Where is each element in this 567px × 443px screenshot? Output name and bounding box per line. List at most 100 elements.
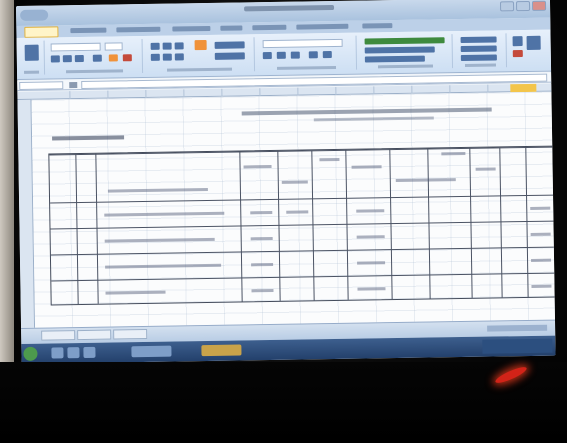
group-label: [66, 69, 124, 74]
group-label: [377, 64, 434, 69]
table-cell: [531, 258, 552, 262]
align-left-icon[interactable]: [150, 53, 160, 61]
find-select-icon[interactable]: [512, 50, 523, 58]
font-color-icon[interactable]: [122, 54, 132, 62]
orientation-icon[interactable]: [194, 40, 207, 51]
report-header-label: [52, 135, 125, 141]
tab-home[interactable]: [24, 26, 59, 38]
align-center-icon[interactable]: [162, 53, 172, 61]
percent-icon[interactable]: [276, 51, 286, 59]
group-label: [465, 63, 496, 67]
table-row: [105, 290, 166, 295]
fill-color-icon[interactable]: [108, 54, 118, 62]
align-top-icon[interactable]: [150, 42, 160, 50]
taskbar-item[interactable]: [131, 345, 172, 358]
align-right-icon[interactable]: [174, 53, 184, 61]
start-button[interactable]: [23, 346, 38, 361]
quick-access-toolbar[interactable]: [20, 9, 49, 21]
function-icon[interactable]: [69, 82, 78, 89]
taskbar-item-active[interactable]: [201, 344, 242, 357]
editing-group: [508, 33, 549, 68]
wrap-text-icon[interactable]: [214, 41, 245, 49]
styles-group: [358, 34, 454, 70]
tab-page-layout[interactable]: [116, 26, 161, 33]
table-cell: [357, 261, 386, 265]
tab-review[interactable]: [252, 24, 287, 31]
format-cells-icon[interactable]: [460, 54, 497, 62]
insert-cells-icon[interactable]: [460, 36, 497, 44]
conditional-formatting-icon[interactable]: [364, 37, 445, 45]
sort-filter-icon[interactable]: [526, 35, 541, 50]
close-button[interactable]: [531, 0, 547, 11]
minimize-button[interactable]: [499, 1, 515, 12]
name-box[interactable]: [19, 81, 64, 90]
currency-icon[interactable]: [262, 51, 272, 60]
table-cell: [286, 210, 309, 214]
column-header-cell: [281, 180, 308, 184]
group-label: [166, 67, 233, 72]
system-tray: [482, 338, 553, 354]
table-cell: [356, 209, 385, 213]
borders-icon[interactable]: [92, 54, 102, 62]
ribbon: [16, 29, 552, 80]
delete-cells-icon[interactable]: [460, 45, 497, 53]
data-table: [48, 145, 556, 306]
comma-icon[interactable]: [290, 51, 300, 59]
number-group: [256, 35, 358, 72]
tab-formulas[interactable]: [172, 25, 211, 32]
maximize-button[interactable]: [515, 0, 531, 12]
paste-icon[interactable]: [24, 44, 39, 61]
zoom-level[interactable]: [487, 324, 548, 332]
cells-group: [454, 33, 508, 69]
worksheet-grid[interactable]: [31, 91, 556, 328]
group-label: [276, 65, 337, 70]
table-cell: [251, 262, 274, 267]
sheet-subtitle: [313, 116, 434, 122]
tab-data[interactable]: [220, 25, 243, 31]
clipboard-group: [18, 40, 46, 75]
column-header-cell: [395, 178, 456, 183]
column-header-cell: [243, 165, 272, 169]
taskbar-item[interactable]: [67, 347, 80, 359]
excel-window: [16, 0, 556, 364]
cell-styles-icon[interactable]: [364, 55, 425, 63]
taskbar-item[interactable]: [83, 346, 96, 358]
monitor-bezel: [0, 362, 567, 443]
sheet-tab[interactable]: [113, 328, 148, 340]
merge-center-icon[interactable]: [214, 52, 245, 60]
table-cell: [251, 288, 274, 293]
autosum-icon[interactable]: [512, 36, 523, 47]
align-middle-icon[interactable]: [162, 42, 172, 50]
taskbar-item[interactable]: [51, 347, 64, 359]
sheet-tab[interactable]: [77, 329, 112, 341]
table-cell: [250, 236, 273, 241]
bold-icon[interactable]: [50, 55, 60, 63]
underline-icon[interactable]: [74, 54, 84, 63]
increase-decimal-icon[interactable]: [308, 51, 318, 59]
tab-view[interactable]: [296, 23, 349, 30]
window-controls: [499, 0, 547, 12]
table-cell: [530, 206, 551, 210]
sheet-tab[interactable]: [41, 330, 76, 341]
format-as-table-icon[interactable]: [364, 46, 435, 54]
table-cell: [250, 211, 273, 215]
window-title: [244, 5, 335, 12]
align-bottom-icon[interactable]: [174, 42, 184, 50]
tab-addins[interactable]: [362, 23, 393, 29]
column-header-cell: [351, 165, 382, 169]
italic-icon[interactable]: [62, 55, 72, 63]
table-cell: [530, 232, 551, 236]
table-cell: [357, 287, 386, 291]
column-header-cell: [475, 167, 496, 171]
table-cell: [356, 235, 385, 239]
group-label: [24, 70, 40, 74]
column-header-cell: [319, 157, 340, 162]
number-format-combo[interactable]: [262, 38, 343, 49]
decrease-decimal-icon[interactable]: [322, 51, 332, 59]
font-group: [46, 39, 144, 75]
font-size-combo[interactable]: [104, 42, 123, 51]
table-cell: [531, 284, 552, 288]
font-name-combo[interactable]: [50, 42, 101, 52]
column-header-cell: [441, 151, 466, 156]
tab-insert[interactable]: [70, 27, 107, 34]
